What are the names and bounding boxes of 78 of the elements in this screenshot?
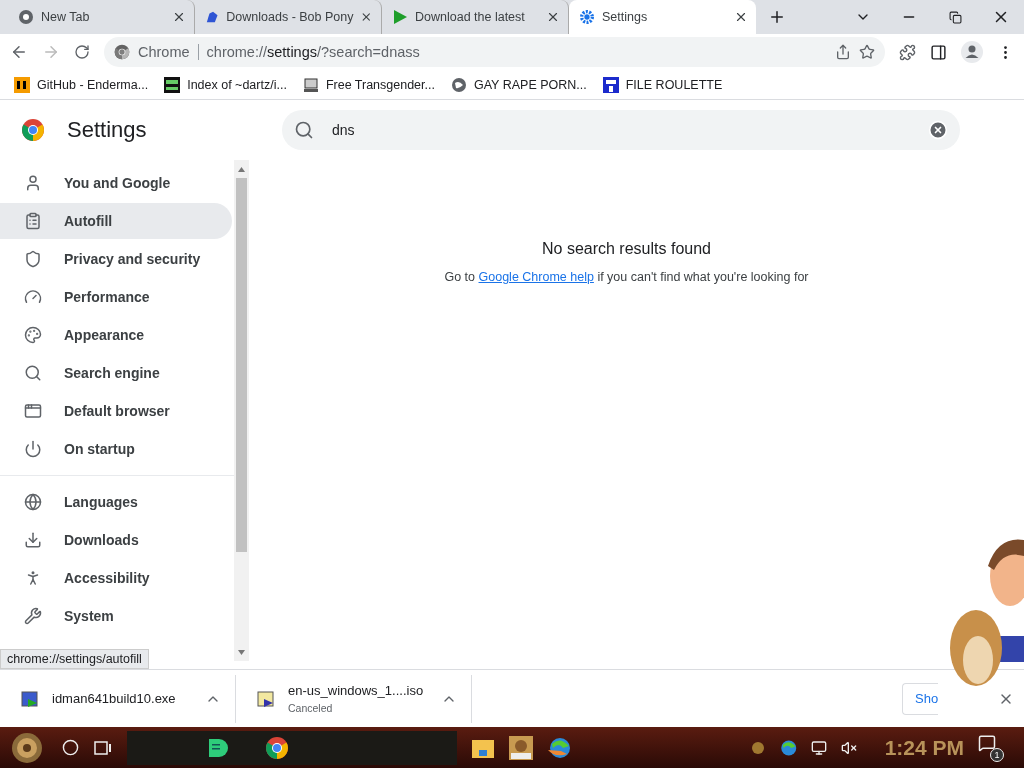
sidebar-item[interactable]: Appearance xyxy=(0,317,232,353)
shield-icon xyxy=(24,250,42,268)
clipboard-icon xyxy=(24,212,42,230)
chrome-logo-icon[interactable] xyxy=(265,735,289,760)
search-icon xyxy=(294,120,314,140)
star-icon[interactable] xyxy=(859,44,875,60)
bookmark[interactable]: Free Transgender... xyxy=(325,77,435,92)
search-icon[interactable] xyxy=(62,739,79,756)
page-title: Settings xyxy=(67,117,147,143)
share-icon[interactable] xyxy=(835,44,851,60)
palette-icon xyxy=(24,326,42,344)
wrench-icon xyxy=(24,607,42,625)
sidebar-item[interactable]: On startup xyxy=(0,431,232,467)
clear-icon[interactable] xyxy=(928,120,948,140)
sidebar-item[interactable]: Downloads xyxy=(0,522,232,558)
file-icon xyxy=(256,688,276,709)
file-icon xyxy=(20,688,40,709)
power-icon xyxy=(24,440,42,458)
side-panel-icon[interactable] xyxy=(930,43,947,61)
bookmark[interactable]: GAY RAPE PORN... xyxy=(473,77,587,92)
sidebar-item[interactable]: You and Google xyxy=(0,165,232,201)
close-icon[interactable] xyxy=(734,10,748,24)
notes-app-icon[interactable] xyxy=(207,736,229,759)
sidebar-item[interactable]: Default browser xyxy=(0,393,232,429)
terminal-icon xyxy=(164,76,181,93)
muted-speaker-icon[interactable] xyxy=(840,739,857,756)
download-item[interactable]: idman641build10.exe xyxy=(0,674,236,723)
clock[interactable]: 1:24 PM xyxy=(884,735,964,760)
show-all-button[interactable]: Sho xyxy=(902,682,938,715)
status-bubble: chrome://settings/autofill xyxy=(0,649,149,669)
address-bar[interactable]: Chrome chrome://settings/?search=dnass xyxy=(104,37,885,67)
no-results-heading: No search results found xyxy=(542,240,711,258)
help-text: Go to Google Chrome help if you can't find what you're looking for xyxy=(444,270,809,284)
chrome-logo-icon xyxy=(114,44,130,60)
profile-icon[interactable] xyxy=(961,41,983,63)
browser-window-icon xyxy=(24,402,42,420)
sidebar-item[interactable]: Languages xyxy=(0,484,232,520)
scroll-down-icon[interactable] xyxy=(238,649,245,655)
play-icon xyxy=(392,9,408,25)
tile-logo-icon xyxy=(14,76,30,93)
person-icon xyxy=(24,174,42,192)
sidebar-item[interactable]: System xyxy=(0,598,232,634)
sidebar-item[interactable]: Autofill xyxy=(0,203,232,239)
browser-tab[interactable]: New Tab xyxy=(8,0,195,34)
reload-icon[interactable] xyxy=(74,44,90,60)
bookmark[interactable]: GitHub - Enderma... xyxy=(37,77,149,92)
sidebar-item[interactable]: Search engine xyxy=(0,355,232,391)
gauge-icon xyxy=(24,288,42,306)
scroll-up-icon[interactable] xyxy=(238,166,245,172)
scrollbar[interactable] xyxy=(234,160,249,661)
app-icon[interactable] xyxy=(509,735,533,760)
sidebar-item[interactable]: Performance xyxy=(0,279,232,315)
download-item[interactable]: en-us_windows_1....iso Canceled xyxy=(236,674,472,723)
search-icon xyxy=(24,364,42,382)
new-tab-icon[interactable] xyxy=(768,8,786,26)
browser-tab[interactable]: Settings xyxy=(569,0,756,34)
download-icon xyxy=(24,531,42,549)
task-view-icon[interactable] xyxy=(93,738,113,757)
computer-icon xyxy=(302,76,319,93)
help-link[interactable]: Google Chrome help xyxy=(478,270,594,284)
chrome-logo-icon xyxy=(21,118,45,142)
sidebar-item[interactable]: Privacy and security xyxy=(0,241,232,277)
close-icon[interactable] xyxy=(172,10,186,24)
notifications-button[interactable]: 1 xyxy=(978,733,1004,762)
sidebar-item[interactable]: Accessibility xyxy=(0,560,232,596)
message-icon xyxy=(978,733,996,752)
close-icon[interactable] xyxy=(546,10,560,24)
network-icon[interactable] xyxy=(810,739,827,756)
notification-count: 1 xyxy=(990,747,1004,762)
bookmark[interactable]: Index of ~dartz/i... xyxy=(187,77,287,92)
bookmark[interactable]: FILE ROULETTE xyxy=(625,77,723,92)
close-icon[interactable] xyxy=(360,10,373,24)
browser-tab[interactable]: Downloads - Bob Pony xyxy=(195,0,382,34)
search-input[interactable]: dns xyxy=(330,121,912,139)
extensions-icon[interactable] xyxy=(899,43,916,61)
restore-icon[interactable] xyxy=(948,10,962,24)
search-field[interactable]: dns xyxy=(282,110,960,150)
back-icon[interactable] xyxy=(10,43,28,61)
